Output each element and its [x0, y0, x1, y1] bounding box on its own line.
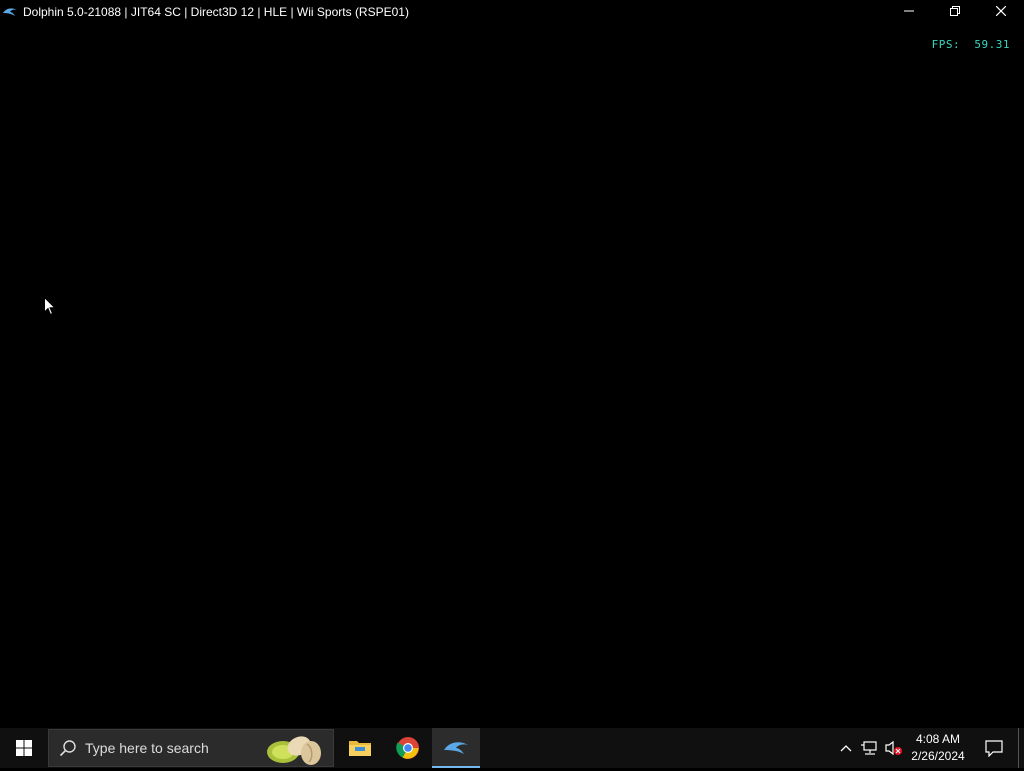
volume-control[interactable]: [882, 728, 906, 768]
restore-button[interactable]: [932, 0, 978, 22]
fps-counter: FPS: 59.31: [931, 38, 1010, 51]
notification-icon: [985, 739, 1003, 757]
close-button[interactable]: [978, 0, 1024, 22]
taskbar: Type here to search 4:08 AM 2/26/2024: [0, 728, 1024, 768]
taskbar-clock[interactable]: 4:08 AM 2/26/2024: [906, 728, 970, 768]
mouse-cursor-icon: [44, 296, 57, 321]
start-button[interactable]: [0, 728, 48, 768]
taskbar-file-explorer[interactable]: [336, 728, 384, 768]
chrome-icon: [396, 737, 419, 759]
action-center-button[interactable]: [970, 728, 1018, 768]
restore-icon: [950, 6, 960, 16]
taskbar-search-box[interactable]: Type here to search: [48, 729, 334, 767]
search-input[interactable]: Type here to search: [85, 740, 209, 756]
title-bar[interactable]: Dolphin 5.0-21088 | JIT64 SC | Direct3D …: [0, 0, 1024, 24]
windows-logo-icon: [16, 740, 32, 756]
show-hidden-icons-button[interactable]: [834, 728, 858, 768]
network-icon: [861, 741, 877, 755]
chevron-up-icon: [840, 745, 852, 752]
show-desktop-button[interactable]: [1018, 728, 1024, 768]
dolphin-icon: [2, 4, 18, 20]
clock-time: 4:08 AM: [915, 732, 961, 746]
folder-icon: [349, 741, 371, 756]
minimize-icon: [904, 10, 914, 12]
window-title: Dolphin 5.0-21088 | JIT64 SC | Direct3D …: [23, 5, 409, 19]
taskbar-chrome[interactable]: [384, 728, 432, 768]
pistachio-icon: [263, 732, 325, 771]
search-icon: [59, 739, 77, 757]
taskbar-dolphin[interactable]: [432, 728, 480, 768]
clock-date: 2/26/2024: [911, 749, 965, 763]
volume-muted-icon: [885, 740, 902, 756]
game-render-area[interactable]: FPS: 59.31: [0, 24, 1024, 728]
network-status[interactable]: [858, 728, 882, 768]
system-tray: 4:08 AM 2/26/2024: [834, 728, 1024, 768]
close-icon: [996, 6, 1006, 16]
pinned-apps: [336, 728, 480, 768]
dolphin-icon: [444, 742, 468, 754]
window-controls: [886, 0, 1024, 22]
minimize-button[interactable]: [886, 0, 932, 22]
